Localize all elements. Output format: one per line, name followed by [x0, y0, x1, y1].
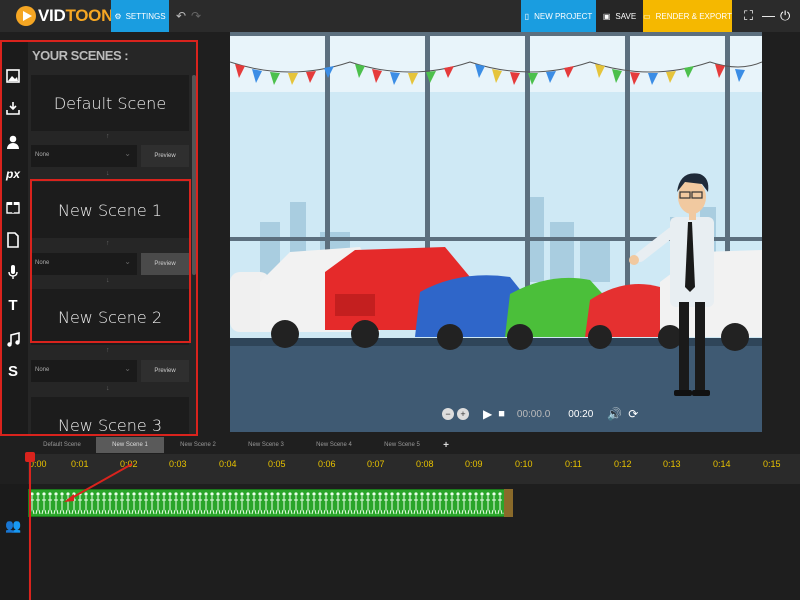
tool-sidebar: px T S — [0, 40, 28, 435]
stop-icon[interactable]: ■ — [498, 408, 505, 420]
scenes-title: YOUR SCENES : — [32, 48, 129, 63]
save-button[interactable]: ▣ SAVE — [596, 0, 643, 32]
tick-label: 0:06 — [318, 459, 336, 469]
scenes-panel: YOUR SCENES : Default Scene ↑ None Previ… — [28, 40, 198, 435]
s-icon[interactable]: S — [5, 364, 21, 380]
floppy-icon: ▣ — [602, 11, 611, 21]
group-icon[interactable]: 👥 — [5, 518, 21, 534]
tick-label: 0:05 — [268, 459, 286, 469]
play-logo-icon — [16, 6, 36, 26]
app-logo: VIDTOON — [16, 5, 113, 27]
tick-label: 0:13 — [663, 459, 681, 469]
transition-select[interactable]: None — [31, 360, 137, 382]
scene-controls-1: None Preview — [31, 253, 189, 275]
zoom-out-icon[interactable]: − — [442, 408, 454, 420]
arrow-up-icon: ↑ — [106, 133, 110, 140]
tick-label: 0:03 — [169, 459, 187, 469]
file-add-icon: ▯ — [524, 11, 530, 21]
preview-button[interactable]: Preview — [141, 145, 189, 167]
image-icon[interactable] — [5, 68, 21, 84]
zoom-in-icon[interactable]: + — [457, 408, 469, 420]
transition-select[interactable]: None — [31, 145, 137, 167]
arrow-down-icon: ↓ — [106, 385, 110, 392]
add-scene-icon[interactable]: + — [436, 437, 456, 453]
user-icon[interactable] — [5, 134, 21, 150]
music-icon[interactable] — [5, 332, 21, 348]
tab-new-scene-3[interactable]: New Scene 3 — [232, 437, 300, 453]
transition-select[interactable]: None — [31, 253, 137, 275]
redo-icon[interactable]: ↷ — [191, 9, 201, 23]
tick-label: 0:12 — [614, 459, 632, 469]
tab-new-scene-1[interactable]: New Scene 1 — [96, 437, 164, 453]
current-time: 00:00.0 — [516, 408, 551, 420]
scene-canvas[interactable] — [230, 32, 762, 432]
track-header — [0, 484, 28, 600]
preview-button[interactable]: Preview — [141, 360, 189, 382]
tab-new-scene-4[interactable]: New Scene 4 — [300, 437, 368, 453]
tick-label: 0:04 — [219, 459, 237, 469]
tab-new-scene-2[interactable]: New Scene 2 — [164, 437, 232, 453]
tick-label: 0:14 — [713, 459, 731, 469]
new-project-button[interactable]: ▯ NEW PROJECT — [521, 0, 596, 32]
gift-icon[interactable] — [5, 198, 21, 214]
settings-button[interactable]: ⚙ SETTINGS — [111, 0, 169, 32]
px-icon[interactable]: px — [5, 166, 21, 182]
loop-icon[interactable]: ⟳ — [628, 407, 638, 421]
playhead-handle[interactable] — [25, 452, 35, 462]
annotation-arrow — [64, 463, 133, 502]
minimize-icon[interactable]: — — [762, 8, 775, 23]
timeline-ruler[interactable]: 0:00 0:01 0:02 0:03 0:04 0:05 0:06 0:07 … — [28, 454, 800, 484]
microphone-icon[interactable] — [5, 264, 21, 280]
tick-label: 0:08 — [416, 459, 434, 469]
monitor-icon: ▭ — [643, 11, 651, 21]
fullscreen-icon[interactable]: ⛶ — [744, 8, 753, 24]
arrow-up-icon: ↑ — [106, 347, 110, 354]
text-icon[interactable]: T — [5, 298, 21, 314]
arrow-down-icon: ↓ — [106, 170, 110, 177]
tick-label: 0:07 — [367, 459, 385, 469]
scene-card-2[interactable]: New Scene 2 — [31, 289, 189, 345]
undo-icon[interactable]: ↶ — [176, 9, 186, 23]
tick-label: 0:11 — [565, 459, 582, 469]
clip-end-handle[interactable] — [504, 489, 513, 517]
scene-controls-default: None Preview — [31, 145, 189, 167]
tick-label: 0:10 — [515, 459, 533, 469]
scenes-scrollbar[interactable] — [192, 75, 196, 275]
scene-card-default[interactable]: Default Scene — [31, 75, 189, 131]
gear-icon: ⚙ — [114, 11, 122, 21]
scene-controls-2: None Preview — [31, 360, 189, 382]
tick-label: 0:09 — [465, 459, 483, 469]
playhead[interactable] — [29, 456, 31, 600]
download-icon[interactable] — [5, 100, 21, 116]
preview-button[interactable]: Preview — [141, 253, 189, 275]
file-icon[interactable] — [5, 232, 21, 248]
top-bar: VIDTOON ⚙ SETTINGS ↶ ↷ ▯ NEW PROJECT ▣ S… — [0, 0, 800, 32]
render-export-button[interactable]: ▭ RENDER & EXPORT — [643, 0, 732, 32]
arrow-up-icon: ↑ — [106, 240, 110, 247]
scene-card-1[interactable]: New Scene 1 — [31, 182, 189, 238]
volume-icon[interactable]: 🔊 — [607, 407, 622, 421]
play-icon[interactable]: ▶ — [483, 407, 492, 421]
arrow-down-icon: ↓ — [106, 277, 110, 284]
scene-card-3[interactable]: New Scene 3 — [31, 397, 189, 435]
tick-label: 0:15 — [763, 459, 781, 469]
player-controls: − + ▶ ■ 00:00.0 00:20 🔊 ⟳ — [442, 404, 638, 424]
showroom-illustration — [230, 32, 762, 432]
total-time: 00:20 — [568, 408, 594, 420]
tab-default-scene[interactable]: Default Scene — [28, 437, 96, 453]
power-icon[interactable]: ⏻ — [780, 8, 790, 24]
tab-new-scene-5[interactable]: New Scene 5 — [368, 437, 436, 453]
scene-tabs: Default Scene New Scene 1 New Scene 2 Ne… — [28, 437, 456, 453]
